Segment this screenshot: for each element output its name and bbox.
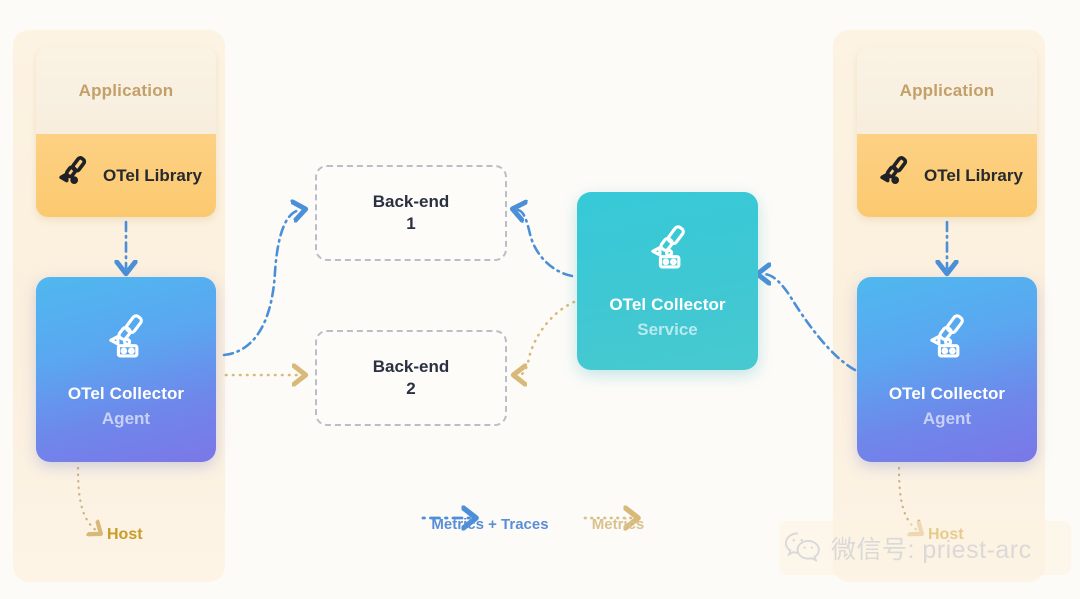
otel-library-box-right: OTel Library [857, 134, 1037, 217]
otel-collector-service: OTel Collector Service [577, 192, 758, 370]
legend-metrics-traces: Metrics + Traces [404, 503, 576, 533]
otel-collector-agent-right: OTel Collector Agent [857, 277, 1037, 462]
wire-service-to-backend1 [518, 210, 574, 278]
application-card-right: Application OTel Library [857, 47, 1037, 217]
otel-collector-agent-left: OTel Collector Agent [36, 277, 216, 462]
backend-1-label: Back-end 1 [372, 191, 450, 233]
application-box-right: Application [857, 47, 1037, 134]
backend-2-label: Back-end 2 [372, 356, 450, 398]
service-title: OTel Collector [609, 295, 726, 314]
otel-telescope-icon [921, 311, 973, 368]
wechat-watermark: 微信号: priest-arc [779, 521, 1071, 575]
collector-title-left: OTel Collector [67, 383, 185, 403]
otel-library-box-left: OTel Library [36, 134, 216, 217]
watermark-text: 微信号: priest-arc [831, 536, 1032, 564]
host-label-left: Host [107, 526, 143, 543]
legend-metrics-traces-label: Metrics + Traces [431, 516, 549, 533]
otel-telescope-icon [100, 311, 152, 368]
collector-subtitle-left: Agent [101, 408, 151, 428]
service-subtitle: Service [637, 320, 698, 339]
backend-2-box: Back-end 2 [315, 330, 507, 426]
application-label-right: Application [899, 80, 995, 100]
backend-1-box: Back-end 1 [315, 165, 507, 261]
wire-left-collector-to-backend1 [222, 210, 300, 357]
otel-library-label-left: OTel Library [103, 165, 202, 185]
otel-telescope-icon [54, 154, 92, 197]
wechat-icon [784, 530, 822, 567]
collector-title-right: OTel Collector [888, 383, 1006, 403]
collector-subtitle-right: Agent [922, 408, 972, 428]
diagram-canvas: Application OTel Library OTel Collector … [0, 0, 1080, 599]
application-box-left: Application [36, 47, 216, 134]
legend-metrics-label: Metrics [591, 516, 645, 533]
otel-library-label-right: OTel Library [924, 165, 1023, 185]
wire-service-to-backend2 [519, 300, 576, 375]
legend-metrics: Metrics [566, 503, 670, 533]
application-card-left: Application OTel Library [36, 47, 216, 217]
otel-telescope-icon [875, 154, 913, 197]
application-label-left: Application [78, 80, 174, 100]
otel-telescope-icon [642, 222, 694, 279]
